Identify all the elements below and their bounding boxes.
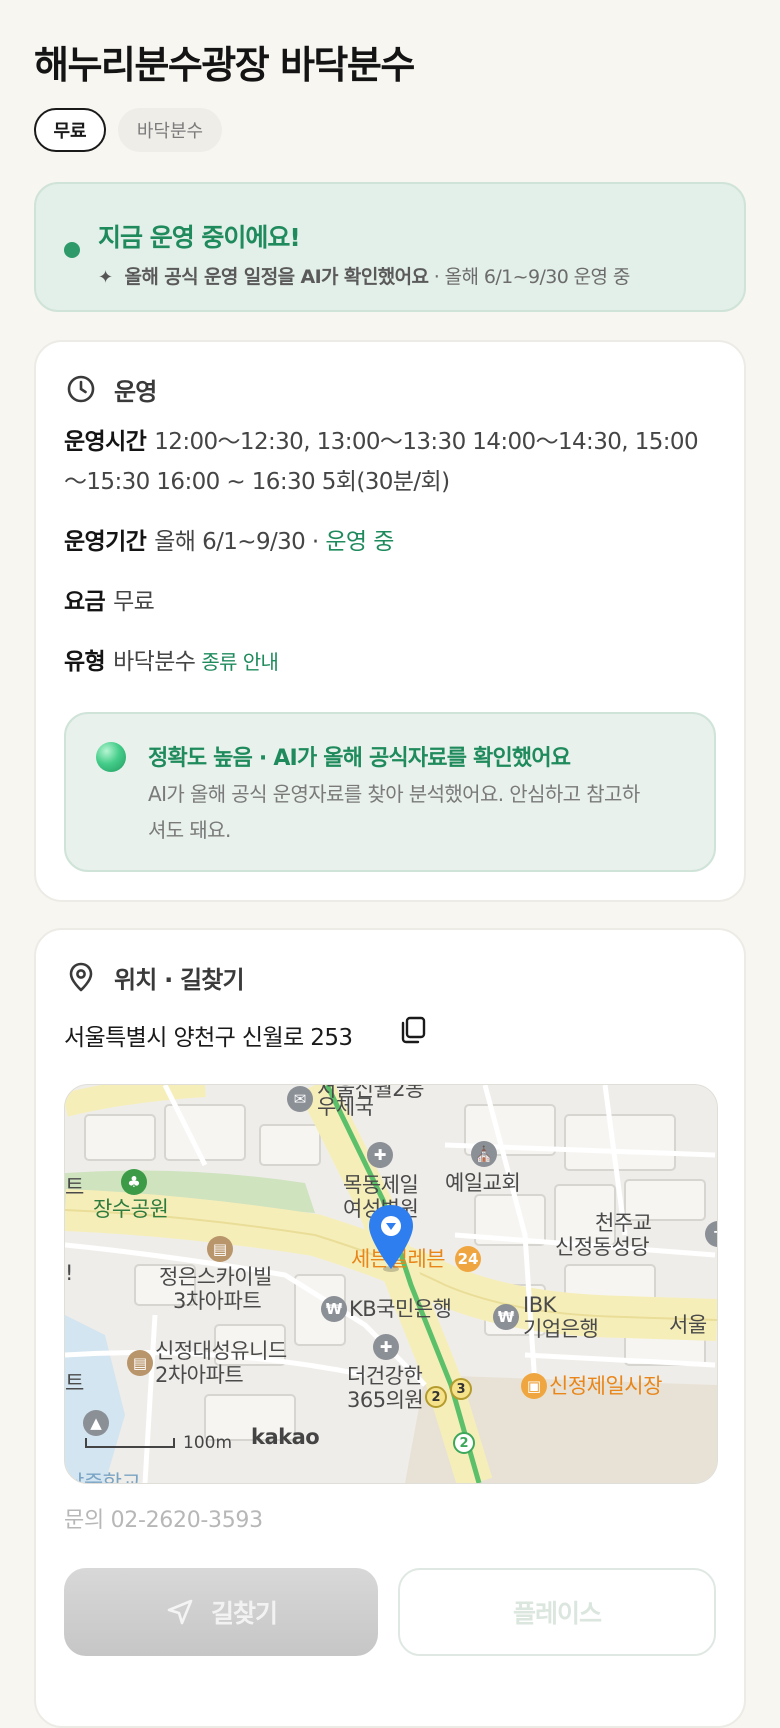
hours-label: 운영시간 bbox=[64, 429, 147, 455]
map-label-post-office-2: 우체국 bbox=[317, 1095, 374, 1119]
fee-chip[interactable]: 무료 bbox=[34, 108, 106, 152]
place-button[interactable]: 플레이스 bbox=[398, 1568, 716, 1656]
place-button-label: 플레이스 bbox=[512, 1599, 602, 1628]
status-dot bbox=[64, 242, 80, 258]
scale-bar bbox=[85, 1438, 175, 1448]
location-pin-icon bbox=[369, 1205, 413, 1272]
detail-page: 해누리분수광장 바닥분수 무료 바닥분수 지금 운영 중이에요! ✦ 올해 공식 … bbox=[0, 0, 780, 1728]
type-row: 유형 바닥분수 종류 안내 bbox=[64, 642, 279, 682]
map-view[interactable]: ✉ 서울신월2동 우체국 ♣ 장수공원 ✚ 목동제일 여성병원 ⛪ 예일교회 천… bbox=[64, 1084, 718, 1484]
type-chip[interactable]: 바닥분수 bbox=[118, 108, 222, 152]
map-label-catholic-1: 천주교 bbox=[595, 1211, 652, 1235]
status-title: 지금 운영 중이에요! bbox=[98, 223, 301, 252]
market-icon: ▣ bbox=[521, 1373, 547, 1399]
location-section-title: 위치 · 길찾기 bbox=[114, 966, 245, 994]
ai-orb-icon bbox=[96, 742, 126, 772]
operation-card: 운영 운영시간 12:00～12:30, 13:00～13:30 14:00～14… bbox=[34, 340, 746, 902]
map-label-school: 남중학교 bbox=[65, 1471, 141, 1484]
type-guide-link[interactable]: 종류 안내 bbox=[201, 650, 279, 674]
period-status: 운영 중 bbox=[325, 529, 394, 555]
hospital-icon: ✚ bbox=[367, 1142, 393, 1168]
type-value: 바닥분수 bbox=[113, 649, 196, 675]
map-label-edge-2: ! bbox=[65, 1261, 73, 1285]
map-label-clinic-1: 더건강한 bbox=[347, 1364, 423, 1388]
map-label-park: 장수공원 bbox=[93, 1197, 169, 1221]
ai-accuracy-desc: AI가 올해 공식 운영자료를 찾아 분석했어요. 안심하고 참고하셔도 돼요. bbox=[148, 782, 640, 842]
map-label-church: 예일교회 bbox=[445, 1171, 521, 1195]
map-label-apt1-1: 정은스카이빌 bbox=[159, 1265, 272, 1289]
hours-value: 12:00～12:30, 13:00～13:30 14:00～14:30, 15… bbox=[64, 429, 699, 495]
subway-line-badge: 2 bbox=[425, 1386, 447, 1408]
location-card: 위치 · 길찾기 서울특별시 양천구 신월로 253 ✉ 서울신월2동 우체국 … bbox=[34, 928, 746, 1728]
fee-label: 요금 bbox=[64, 589, 106, 615]
map-label-apt2-2: 2차아파트 bbox=[155, 1363, 244, 1387]
park-icon: ♣ bbox=[121, 1169, 147, 1195]
clinic-icon: ✚ bbox=[373, 1334, 399, 1360]
period-row: 운영기간 올해 6/1~9/30 · 운영 중 bbox=[64, 522, 394, 562]
apartment-icon-2: ▤ bbox=[127, 1350, 153, 1376]
subway-line-badge: 3 bbox=[450, 1378, 472, 1400]
fee-row: 요금 무료 bbox=[64, 582, 155, 622]
page-title: 해누리분수광장 바닥분수 bbox=[34, 43, 415, 87]
clock-icon bbox=[67, 375, 95, 403]
status-sub-detail: · 올해 6/1~9/30 운영 중 bbox=[428, 266, 631, 288]
map-label-catholic-2: 신정동성당 bbox=[555, 1235, 650, 1259]
navigation-arrow-icon bbox=[167, 1599, 193, 1625]
bank-icon-ibk: ₩ bbox=[493, 1304, 519, 1330]
route-button[interactable]: 길찾기 bbox=[64, 1568, 378, 1656]
status-card: 지금 운영 중이에요! ✦ 올해 공식 운영 일정을 AI가 확인했어요 · 올해… bbox=[34, 182, 746, 312]
sparkle-icon: ✦ bbox=[98, 267, 113, 288]
map-pin-icon bbox=[69, 962, 93, 992]
map-label-kb: KB국민은행 bbox=[349, 1297, 452, 1321]
operation-section-title: 운영 bbox=[114, 378, 157, 406]
address-text: 서울특별시 양천구 신월로 253 bbox=[64, 1025, 353, 1051]
map-label-ibk-1: IBK bbox=[523, 1293, 556, 1317]
map-label-market: 신정제일시장 bbox=[549, 1374, 662, 1398]
post-office-icon: ✉ bbox=[287, 1086, 313, 1112]
ai-accuracy-title: 정확도 높음 · AI가 올해 공식자료를 확인했어요 bbox=[148, 746, 571, 771]
map-label-edge-3: 트 bbox=[65, 1371, 84, 1395]
scale-label: 100m bbox=[183, 1433, 233, 1453]
apartment-icon: ▤ bbox=[207, 1236, 233, 1262]
kakao-logo: kakao bbox=[251, 1425, 320, 1449]
period-value: 올해 6/1~9/30 · bbox=[154, 529, 326, 555]
status-sub-strong: 올해 공식 운영 일정을 AI가 확인했어요 bbox=[124, 266, 429, 288]
fee-value: 무료 bbox=[113, 589, 155, 615]
ai-accuracy-box: 정확도 높음 · AI가 올해 공식자료를 확인했어요 AI가 올해 공식 운영… bbox=[64, 712, 716, 872]
period-label: 운영기간 bbox=[64, 529, 147, 555]
convenience-store-icon: 24 bbox=[455, 1246, 481, 1272]
hours-row: 운영시간 12:00～12:30, 13:00～13:30 14:00～14:30… bbox=[64, 422, 704, 502]
map-label-edge-1: 트 bbox=[65, 1175, 84, 1199]
map-scale: 100m bbox=[85, 1433, 232, 1453]
route-button-label: 길찾기 bbox=[210, 1599, 278, 1628]
status-subtitle: ✦ 올해 공식 운영 일정을 AI가 확인했어요 · 올해 6/1~9/30 운영… bbox=[98, 262, 630, 289]
map-label-apt2-1: 신정대성유니드 bbox=[155, 1339, 287, 1363]
subway-line-badge: 2 bbox=[453, 1432, 475, 1454]
church-icon: ⛪ bbox=[471, 1141, 497, 1167]
map-label-hospital-1: 목동제일 bbox=[343, 1173, 419, 1197]
copy-icon[interactable] bbox=[398, 1014, 428, 1046]
map-label-clinic-2: 365의원 bbox=[347, 1388, 424, 1412]
type-label: 유형 bbox=[64, 649, 106, 675]
phone-inquiry[interactable]: 문의 02-2620-3593 bbox=[64, 1502, 263, 1534]
bank-icon: ₩ bbox=[321, 1296, 347, 1322]
map-label-seoul: 서울 bbox=[669, 1313, 707, 1337]
map-label-ibk-2: 기업은행 bbox=[523, 1317, 599, 1341]
map-label-apt1-2: 3차아파트 bbox=[173, 1289, 262, 1313]
